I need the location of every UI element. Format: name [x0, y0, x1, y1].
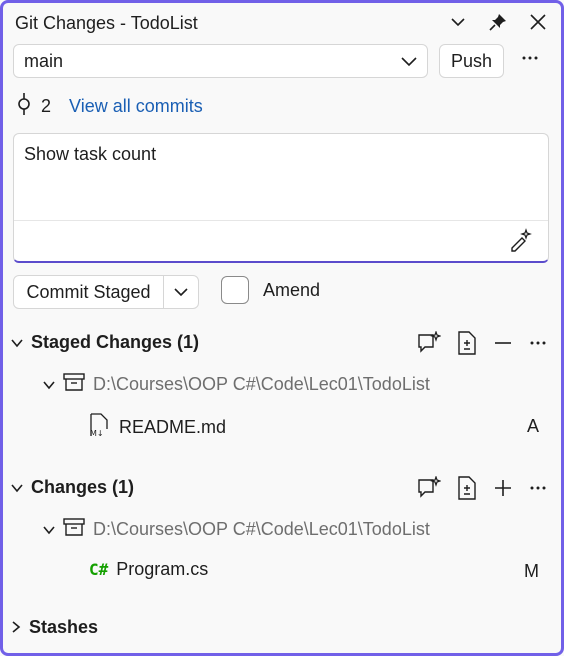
- commit-icon: [17, 93, 31, 120]
- more-options-icon[interactable]: [529, 476, 547, 505]
- commits-row: 2 View all commits: [17, 93, 203, 120]
- amend-option[interactable]: Amend: [221, 276, 320, 304]
- window-title: Git Changes - TodoList: [15, 13, 198, 33]
- ai-generate-message-icon[interactable]: [508, 228, 532, 257]
- staged-changes-title: Staged Changes (1): [31, 332, 200, 352]
- staged-file-row[interactable]: M↓ README.md: [89, 413, 226, 442]
- pin-icon[interactable]: [487, 11, 509, 33]
- more-options-icon[interactable]: [521, 49, 539, 72]
- chevron-down-icon[interactable]: [164, 287, 198, 297]
- repository-icon: [63, 518, 85, 541]
- chevron-down-icon[interactable]: [11, 477, 23, 498]
- staged-file-name: README.md: [119, 417, 227, 437]
- changes-file-name: Program.cs: [116, 559, 209, 579]
- changes-repo-path: D:\Courses\OOP C#\Code\Lec01\TodoList: [93, 519, 430, 539]
- staged-repo-path: D:\Courses\OOP C#\Code\Lec01\TodoList: [93, 374, 430, 394]
- chevron-down-icon[interactable]: [447, 11, 469, 33]
- changes-file-row[interactable]: C# Program.cs: [89, 559, 208, 580]
- chevron-down-icon[interactable]: [11, 332, 23, 353]
- commit-message-text[interactable]: Show task count: [24, 144, 156, 165]
- chevron-down-icon[interactable]: [43, 374, 55, 395]
- markdown-file-icon: M↓: [89, 413, 111, 442]
- changes-repo-row[interactable]: D:\Courses\OOP C#\Code\Lec01\TodoList: [43, 518, 430, 541]
- staged-changes-header[interactable]: Staged Changes (1): [11, 332, 199, 353]
- changes-actions: [417, 475, 547, 505]
- changes-title: Changes (1): [31, 477, 135, 497]
- commit-staged-label[interactable]: Commit Staged: [14, 276, 164, 308]
- chevron-right-icon[interactable]: [11, 617, 21, 638]
- amend-checkbox[interactable]: [221, 276, 249, 304]
- changes-header[interactable]: Changes (1): [11, 477, 134, 498]
- staged-actions: [417, 330, 547, 360]
- more-options-icon[interactable]: [529, 331, 547, 360]
- repository-icon: [63, 373, 85, 396]
- svg-text:M↓: M↓: [90, 429, 104, 437]
- commit-message-box[interactable]: Show task count: [13, 133, 549, 263]
- branch-name: main: [24, 50, 64, 71]
- push-button[interactable]: Push: [439, 44, 504, 78]
- chevron-down-icon[interactable]: [43, 519, 55, 540]
- commit-staged-button[interactable]: Commit Staged: [13, 275, 199, 309]
- stashes-header[interactable]: Stashes: [11, 617, 98, 638]
- changes-file-status: M: [524, 561, 539, 581]
- stashes-title: Stashes: [29, 617, 99, 637]
- ai-review-icon[interactable]: [417, 475, 442, 505]
- close-icon[interactable]: [527, 11, 549, 33]
- view-file-icon[interactable]: [457, 331, 477, 360]
- csharp-file-icon: C#: [89, 560, 109, 579]
- git-changes-panel: Git Changes - TodoList main Push 2 View …: [0, 0, 564, 656]
- title-actions: [447, 11, 549, 33]
- staged-repo-row[interactable]: D:\Courses\OOP C#\Code\Lec01\TodoList: [43, 373, 430, 396]
- amend-label: Amend: [263, 279, 321, 300]
- commit-count: 2: [41, 96, 52, 116]
- stage-all-icon[interactable]: [493, 476, 513, 505]
- branch-select[interactable]: main: [13, 44, 428, 78]
- message-divider: [14, 220, 548, 221]
- view-all-commits-link[interactable]: View all commits: [69, 96, 203, 117]
- view-file-icon[interactable]: [457, 476, 477, 505]
- ai-review-icon[interactable]: [417, 330, 442, 360]
- staged-file-status: A: [526, 416, 539, 436]
- chevron-down-icon: [401, 51, 417, 72]
- unstage-all-icon[interactable]: [493, 331, 513, 360]
